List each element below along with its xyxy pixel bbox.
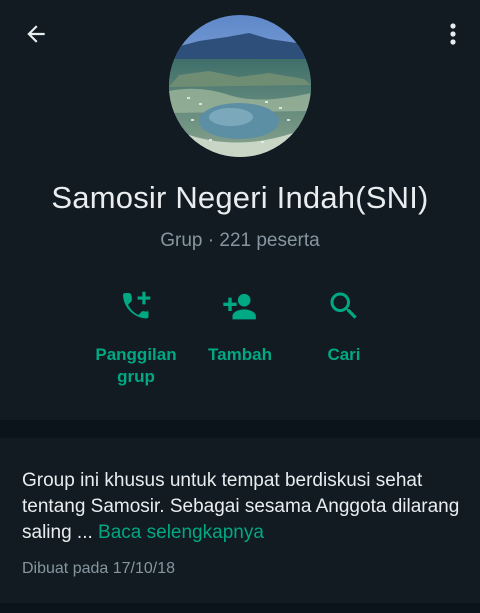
lake-landscape-image — [169, 15, 311, 157]
arrow-left-icon — [27, 25, 45, 43]
more-vertical-icon — [450, 23, 456, 45]
add-participant-label: Tambah — [208, 345, 272, 364]
group-name: Samosir Negeri Indah(SNI) — [51, 180, 429, 215]
add-participant-button[interactable]: Tambah — [192, 284, 288, 366]
search-icon — [330, 292, 357, 319]
created-date: Dibuat pada 17/10/18 — [22, 560, 176, 577]
group-call-label: Panggilan grup — [95, 345, 177, 386]
more-options-button[interactable] — [440, 16, 466, 52]
read-more-link[interactable]: Baca selengkapnya — [98, 522, 264, 543]
group-participants-count: Grup · 221 peserta — [160, 230, 320, 251]
add-person-icon — [223, 293, 256, 320]
back-button[interactable] — [18, 16, 54, 52]
group-call-button[interactable]: Panggilan grup — [88, 284, 184, 388]
search-label: Cari — [327, 345, 361, 364]
group-info-header: Samosir Negeri Indah(SNI) Grup · 221 pes… — [0, 0, 480, 420]
search-button[interactable]: Cari — [296, 284, 392, 366]
group-actions: Panggilan grup Tambah Cari — [0, 284, 480, 394]
group-avatar[interactable] — [169, 15, 311, 157]
add-call-icon — [123, 291, 151, 319]
group-description-section: Group ini khusus untuk tempat berdiskusi… — [0, 438, 480, 603]
group-description: Group ini khusus untuk tempat berdiskusi… — [22, 470, 460, 543]
